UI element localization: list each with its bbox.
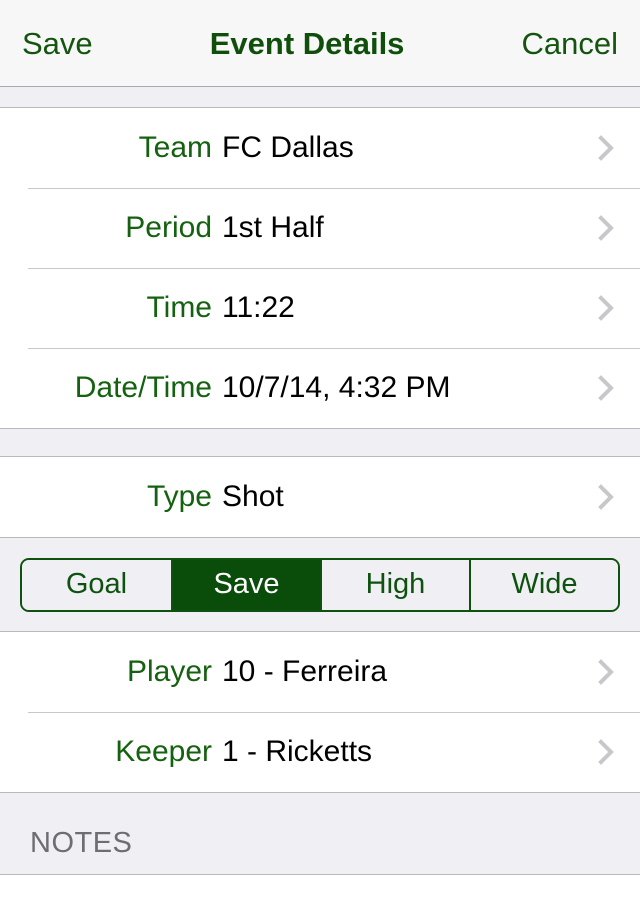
segment-save[interactable]: Save [171,559,320,610]
row-keeper[interactable]: Keeper 1 - Ricketts [0,712,640,792]
page-title: Event Details [209,25,405,61]
notes-input-area[interactable] [0,875,640,920]
row-team-value: FC Dallas [222,131,354,164]
people-section: Player 10 - Ferreira Keeper 1 - Ricketts [0,632,640,793]
row-player-value: 10 - Ferreira [222,655,388,688]
navigation-bar: Save Event Details Cancel [0,0,640,87]
row-time-value: 11:22 [222,291,295,324]
row-time-label: Time [146,291,212,324]
row-datetime-value: 10/7/14, 4:32 PM [222,371,451,404]
section-gap-type [0,429,640,457]
row-period-value: 1st Half [222,211,324,244]
chevron-right-icon [598,133,616,163]
row-period[interactable]: Period 1st Half [0,188,640,268]
row-type-label: Type [146,480,212,513]
cancel-button[interactable]: Cancel [522,28,619,59]
notes-section-header: NOTES [0,793,640,875]
chevron-right-icon [598,482,616,512]
notes-section-header-label: NOTES [30,827,133,859]
event-details-screen: Save Event Details Cancel Team FC Dallas… [0,0,640,920]
segment-high[interactable]: High [320,559,469,610]
row-team[interactable]: Team FC Dallas [0,108,640,188]
row-type-value: Shot [222,480,284,513]
row-keeper-label: Keeper [115,735,212,768]
outcome-segmented-control[interactable]: Goal Save High Wide [20,557,620,612]
chevron-right-icon [598,213,616,243]
row-datetime[interactable]: Date/Time 10/7/14, 4:32 PM [0,348,640,428]
details-section: Team FC Dallas Period 1st Half Time 11:2… [0,108,640,429]
outcome-segmented-band: Goal Save High Wide [0,538,640,632]
row-datetime-label: Date/Time [74,371,212,404]
segment-wide[interactable]: Wide [469,559,618,610]
chevron-right-icon [598,657,616,687]
row-type[interactable]: Type Shot [0,457,640,537]
row-keeper-value: 1 - Ricketts [222,735,373,768]
chevron-right-icon [598,373,616,403]
chevron-right-icon [598,737,616,767]
segment-goal[interactable]: Goal [22,559,171,610]
row-player[interactable]: Player 10 - Ferreira [0,632,640,712]
row-period-label: Period [125,211,212,244]
section-gap-top [0,87,640,108]
row-team-label: Team [138,131,212,164]
row-player-label: Player [126,655,212,688]
type-section: Type Shot [0,457,640,538]
row-time[interactable]: Time 11:22 [0,268,640,348]
save-button[interactable]: Save [22,28,93,59]
chevron-right-icon [598,293,616,323]
